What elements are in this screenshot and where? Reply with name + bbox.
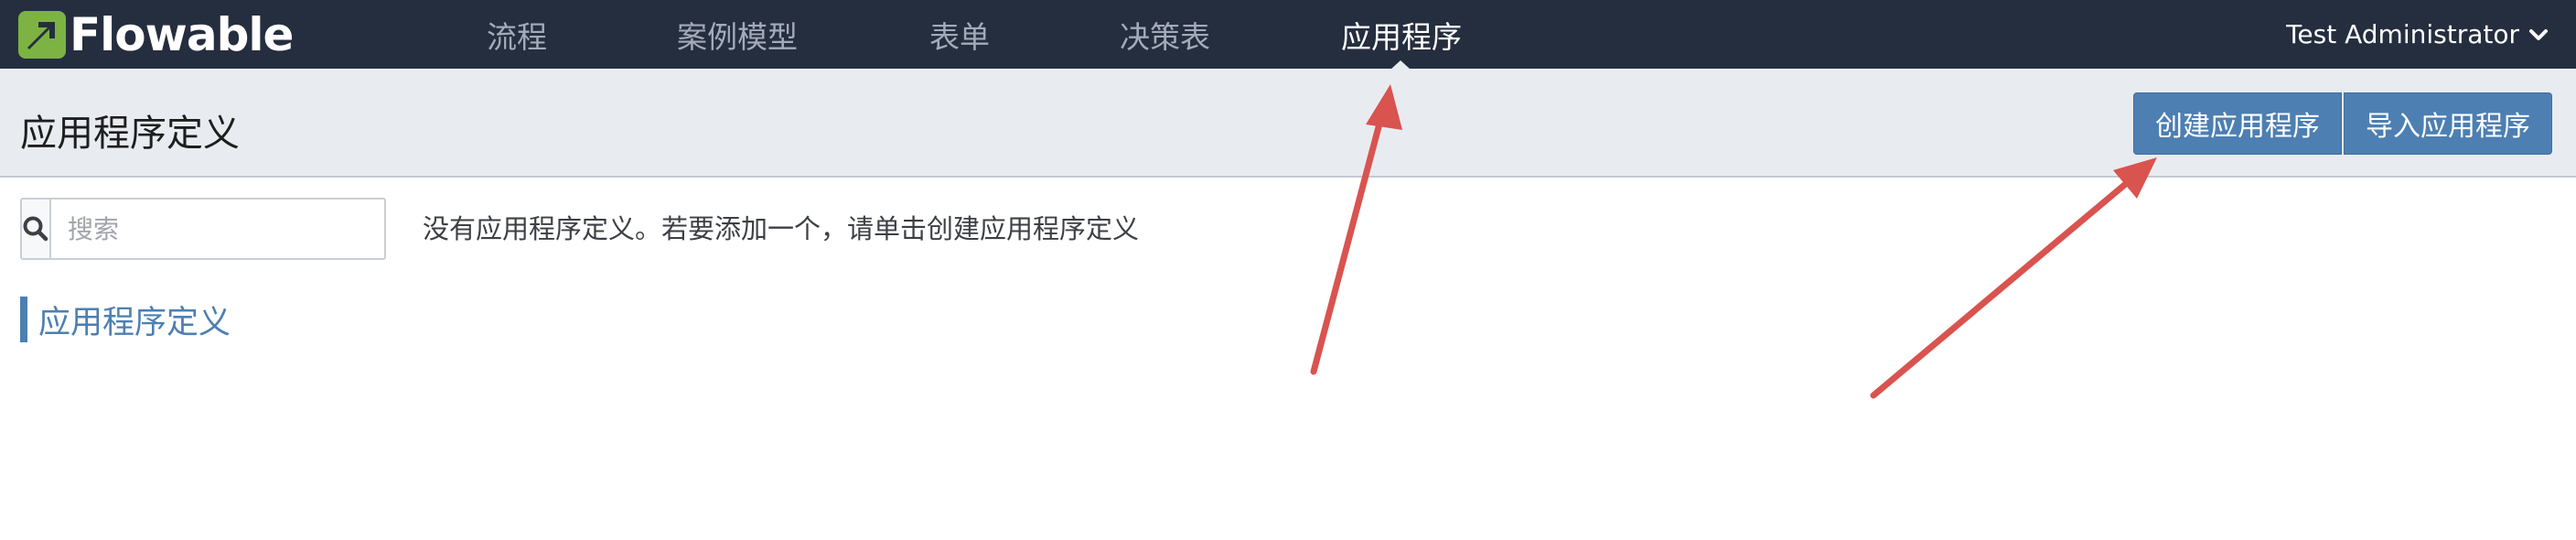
user-name: Test Administrator (2286, 19, 2519, 49)
section-title-app-definitions[interactable]: 应用程序定义 (20, 297, 231, 342)
flowable-logo[interactable]: Flowable (18, 7, 294, 62)
nav-item-processes[interactable]: 流程 (487, 0, 547, 69)
nav-item-forms[interactable]: 表单 (929, 0, 990, 69)
logo-text: Flowable (70, 8, 294, 61)
page-title: 应用程序定义 (20, 113, 240, 155)
chevron-down-icon (2529, 28, 2548, 40)
nav-item-decision-tables[interactable]: 决策表 (1120, 0, 1210, 69)
logo-arrow-icon (18, 11, 66, 59)
empty-state-message: 没有应用程序定义。若要添加一个，请单击创建应用程序定义 (423, 213, 1140, 244)
search-box (20, 198, 387, 260)
create-app-button[interactable]: 创建应用程序 (2133, 92, 2342, 155)
import-app-button[interactable]: 导入应用程序 (2344, 92, 2552, 155)
search-icon (23, 216, 48, 242)
top-navbar: Flowable 流程 案例模型 表单 决策表 应用程序 Test Admini… (0, 0, 2576, 70)
search-button[interactable] (22, 200, 51, 258)
search-input[interactable] (51, 200, 387, 258)
nav-item-case-models[interactable]: 案例模型 (677, 0, 798, 69)
nav-item-apps[interactable]: 应用程序 (1341, 0, 1462, 69)
annotation-arrow-create-button (1870, 157, 2157, 399)
user-menu[interactable]: Test Administrator (2286, 0, 2549, 69)
page-header: 应用程序定义 创建应用程序 导入应用程序 (0, 69, 2576, 178)
